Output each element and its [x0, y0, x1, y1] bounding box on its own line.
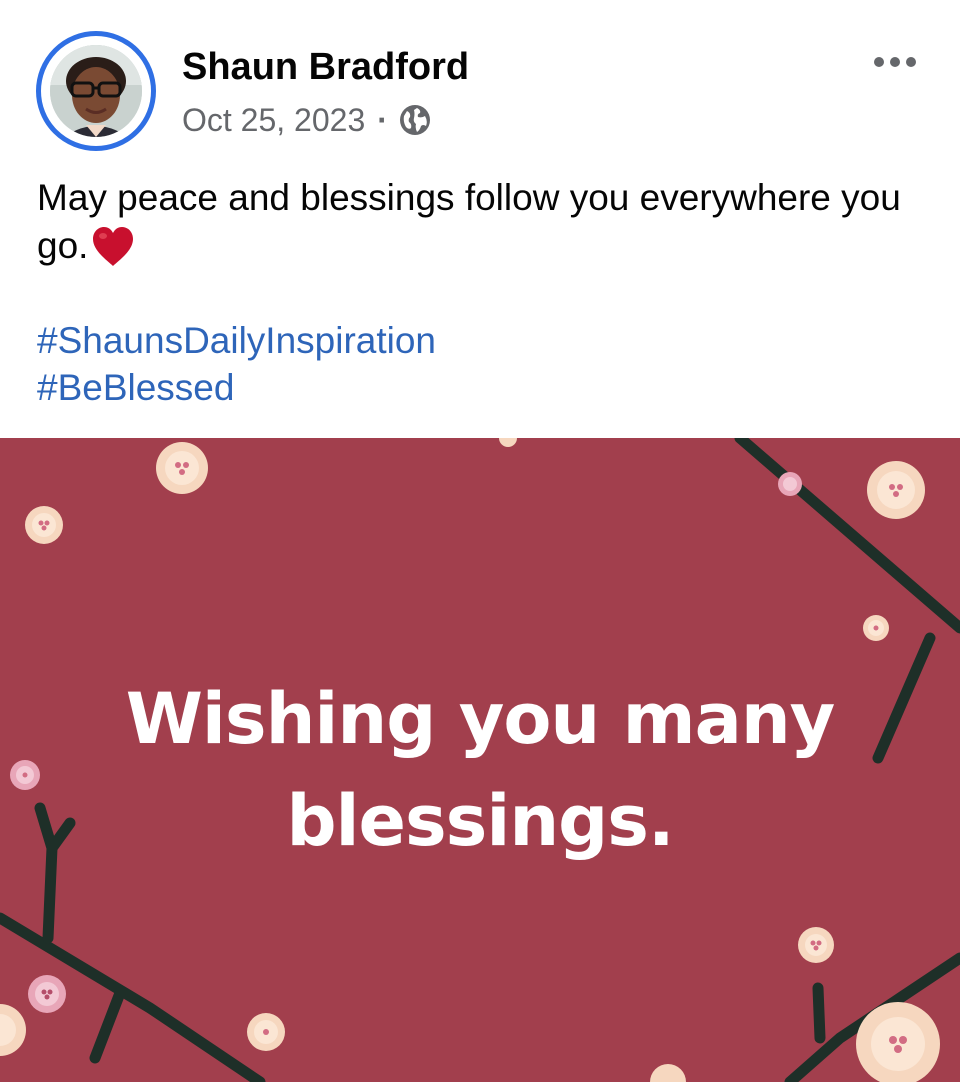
post-date[interactable]: Oct 25, 2023 [182, 102, 365, 139]
post-image[interactable]: Wishing you many blessings. [0, 438, 960, 1082]
hashtag-link[interactable]: #ShaunsDailyInspiration [37, 318, 436, 364]
hashtag-link[interactable]: #BeBlessed [37, 365, 234, 411]
image-caption-line: blessings. [286, 780, 674, 862]
image-caption: Wishing you many blessings. [0, 668, 960, 872]
heart-emoji-icon [93, 227, 134, 266]
more-options-dot [874, 57, 884, 67]
post-header: Shaun Bradford Oct 25, 2023 · [0, 0, 960, 170]
post-meta: Oct 25, 2023 · [182, 98, 432, 142]
more-options-dot [906, 57, 916, 67]
meta-separator: · [377, 101, 388, 138]
image-caption-line: Wishing you many [125, 678, 836, 760]
profile-photo-icon [50, 45, 142, 137]
avatar[interactable] [50, 45, 142, 137]
more-options-button[interactable] [860, 44, 930, 80]
avatar-story-ring[interactable] [36, 31, 156, 151]
more-options-dot [890, 57, 900, 67]
author-name[interactable]: Shaun Bradford [182, 44, 469, 90]
post-message: May peace and blessings follow you every… [37, 177, 901, 266]
post-text: May peace and blessings follow you every… [37, 174, 937, 270]
globe-icon[interactable] [398, 103, 432, 137]
